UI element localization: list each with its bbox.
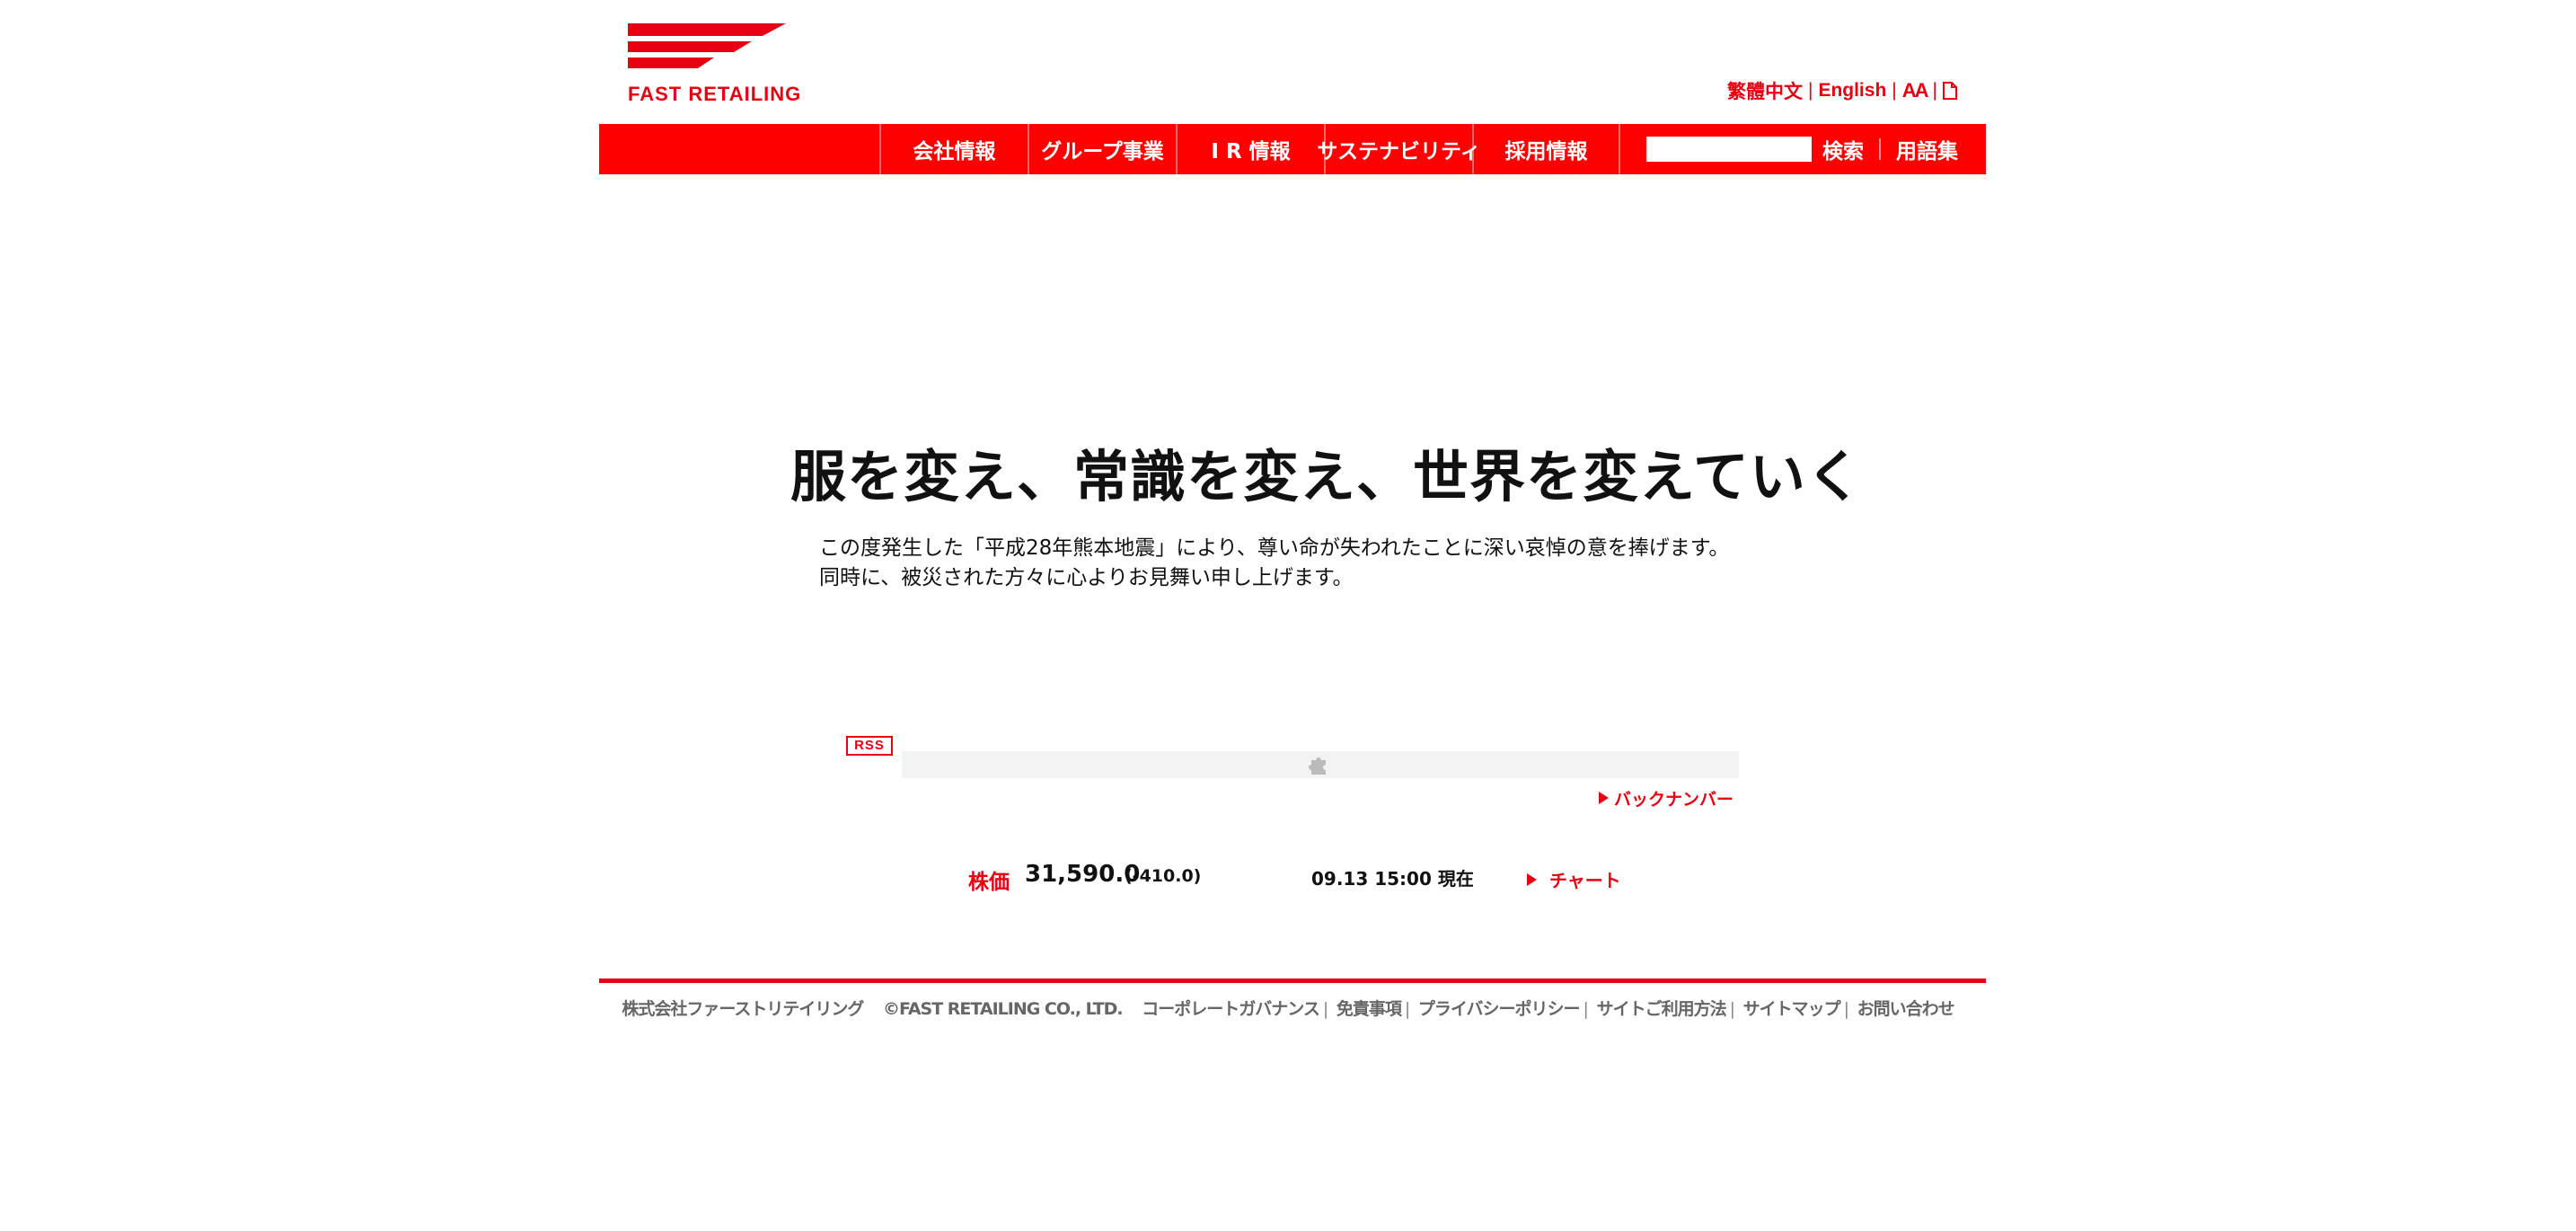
utility-separator: | xyxy=(1892,80,1897,101)
footer-link-site-usage[interactable]: サイトご利用方法 xyxy=(1597,999,1727,1019)
footer-divider xyxy=(599,979,1986,983)
nav-item-recruit[interactable]: 採用情報 xyxy=(1472,124,1620,174)
utility-links: 繁體中文 | English | AA | xyxy=(1727,77,1957,104)
logo-text: FAST RETAILING xyxy=(628,83,802,105)
stock-price: 31,590.0 xyxy=(1025,861,1141,888)
nav-item-group-business[interactable]: グループ事業 xyxy=(1028,124,1176,174)
condolence-line: この度発生した「平成28年熊本地震」により、尊い命が失われたことに深い哀悼の意を… xyxy=(819,536,1730,560)
document-icon[interactable] xyxy=(1943,82,1957,100)
lang-english-link[interactable]: English xyxy=(1818,80,1886,102)
stock-chart-link[interactable]: チャート xyxy=(1527,866,1621,892)
backnumber-link[interactable]: バックナンバー xyxy=(1599,787,1734,810)
footer-link-governance[interactable]: コーポレートガバナンス xyxy=(1142,999,1320,1019)
global-nav: 会社情報 グループ事業 I R 情報 サステナビリティ 採用情報 検索 用語集 xyxy=(599,124,1986,174)
search-button[interactable]: 検索 xyxy=(1822,124,1864,174)
stock-label: 株価 xyxy=(968,871,1010,894)
footer: 株式会社ファーストリテイリング ©FAST RETAILING CO., LTD… xyxy=(622,999,1955,1019)
backnumber-label: バックナンバー xyxy=(1614,789,1734,810)
nav-item-sustainability[interactable]: サステナビリティ xyxy=(1317,124,1481,174)
news-ticker xyxy=(902,751,1739,778)
font-size-icon[interactable]: AA xyxy=(1902,79,1929,102)
stock-timestamp: 09.13 15:00 現在 xyxy=(1311,868,1474,890)
hero-title: 服を変え、常識を変え、世界を変えていく xyxy=(790,444,1863,509)
plugin-icon xyxy=(1309,757,1326,775)
condolence-message: この度発生した「平成28年熊本地震」により、尊い命が失われたことに深い哀悼の意を… xyxy=(819,534,1825,593)
footer-link-contact[interactable]: お問い合わせ xyxy=(1857,999,1955,1019)
arrow-right-icon xyxy=(1527,872,1537,886)
footer-link-sitemap[interactable]: サイトマップ xyxy=(1743,999,1841,1019)
stock-info: 株価 31,590.0 (-410.0) 09.13 15:00 現在 チャート xyxy=(0,861,2576,894)
logo-stripes-icon xyxy=(628,23,786,68)
glossary-link[interactable]: 用語集 xyxy=(1896,124,1958,174)
utility-separator: | xyxy=(1807,80,1813,101)
footer-link-disclaimer[interactable]: 免責事項 xyxy=(1337,999,1402,1019)
nav-item-company[interactable]: 会社情報 xyxy=(879,124,1028,174)
condolence-line: 同時に、被災された方々に心よりお見舞い申し上げます。 xyxy=(819,566,1354,589)
page: FAST RETAILING 繁體中文 | English | AA | 会社情… xyxy=(0,0,2576,1231)
nav-items: 会社情報 グループ事業 I R 情報 サステナビリティ 採用情報 xyxy=(879,124,1620,174)
nav-item-ir[interactable]: I R 情報 xyxy=(1176,124,1324,174)
footer-company: 株式会社ファーストリテイリング xyxy=(622,999,864,1019)
footer-link-privacy[interactable]: プライバシーポリシー xyxy=(1418,999,1581,1019)
utility-separator: | xyxy=(1932,80,1937,101)
arrow-right-icon xyxy=(1599,792,1609,804)
search-input[interactable] xyxy=(1646,137,1812,162)
nav-divider xyxy=(1879,138,1881,160)
rss-badge[interactable]: RSS xyxy=(846,736,893,756)
stock-change: (-410.0) xyxy=(1125,866,1202,886)
stock-chart-label: チャート xyxy=(1549,870,1621,891)
footer-copyright: ©FAST RETAILING CO., LTD. xyxy=(883,999,1124,1019)
header: FAST RETAILING 繁體中文 | English | AA | xyxy=(599,0,1986,126)
lang-chinese-link[interactable]: 繁體中文 xyxy=(1727,77,1803,104)
fast-retailing-logo[interactable]: FAST RETAILING xyxy=(628,23,800,106)
